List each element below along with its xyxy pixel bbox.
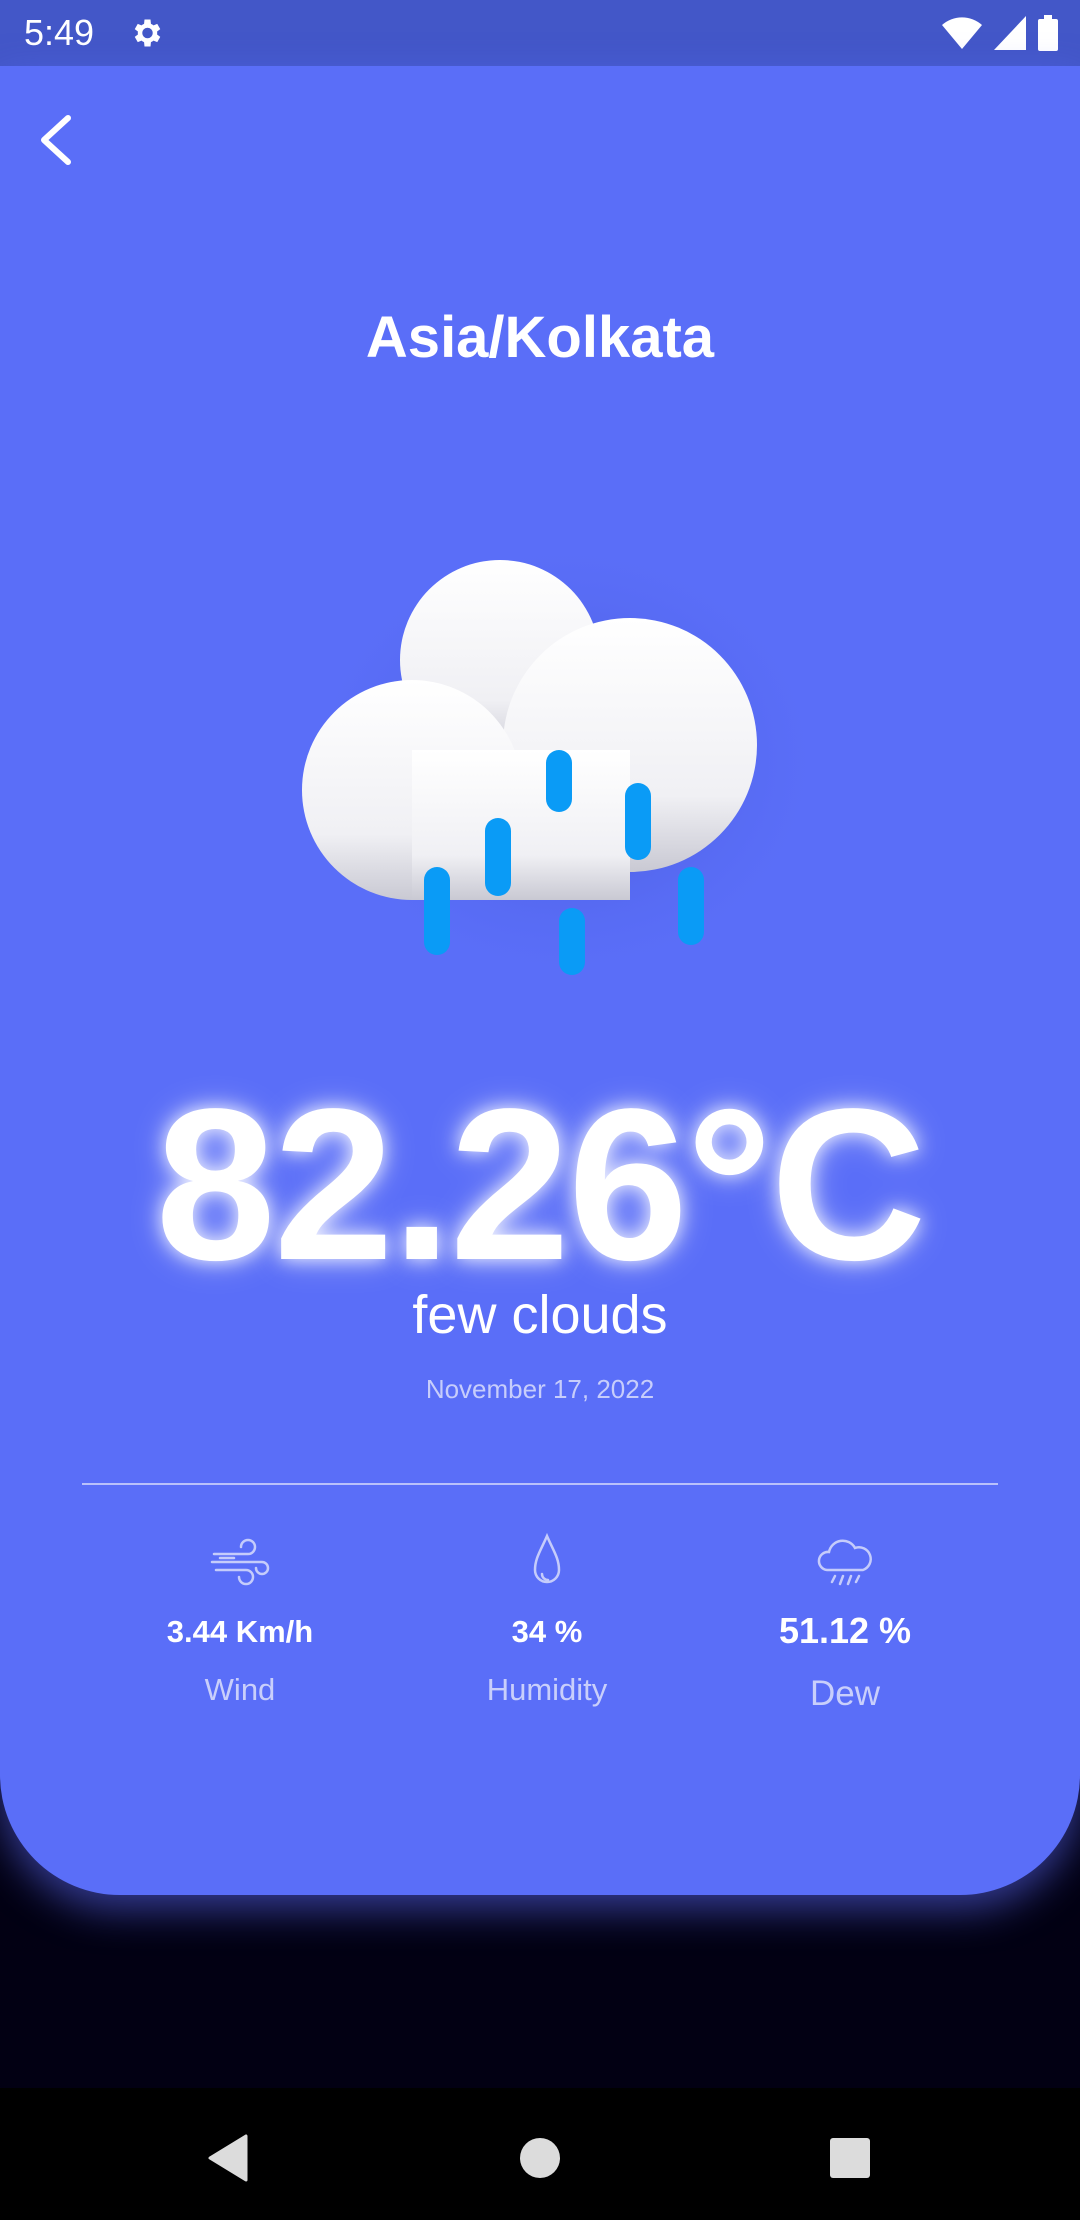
navigation-bar bbox=[0, 2088, 1080, 2220]
stat-wind: 3.44 Km/h Wind bbox=[90, 1530, 390, 1708]
date: November 17, 2022 bbox=[425, 1374, 655, 1404]
settings-icon bbox=[134, 19, 161, 47]
recents-square-icon bbox=[830, 2138, 870, 2178]
back-triangle-icon bbox=[208, 2134, 248, 2182]
signal-icon bbox=[994, 16, 1026, 50]
weather-condition: few clouds bbox=[412, 1285, 668, 1345]
humidity-value: 34 % bbox=[511, 1614, 583, 1649]
droplet-icon bbox=[533, 1532, 561, 1584]
rain-cloud-outline-icon bbox=[817, 1539, 872, 1586]
stat-humidity: 34 % Humidity bbox=[397, 1530, 697, 1708]
divider bbox=[82, 1483, 998, 1485]
rain-cloud-icon bbox=[300, 530, 835, 990]
home-circle-icon bbox=[520, 2138, 560, 2178]
location-title: Asia/Kolkata bbox=[365, 305, 715, 370]
stat-dew: 51.12 % Dew bbox=[695, 1530, 995, 1714]
wind-value: 3.44 Km/h bbox=[166, 1614, 314, 1649]
wind-icon bbox=[210, 1538, 270, 1586]
temperature: 82.26°C bbox=[155, 1063, 927, 1305]
status-time: 5:49 bbox=[24, 12, 95, 53]
chevron-left-icon bbox=[41, 115, 71, 165]
nav-recents-button[interactable] bbox=[820, 2128, 880, 2188]
wind-label: Wind bbox=[204, 1672, 276, 1707]
status-bar: 5:49 bbox=[0, 0, 1080, 66]
nav-home-button[interactable] bbox=[510, 2128, 570, 2188]
battery-icon bbox=[1038, 15, 1058, 51]
humidity-label: Humidity bbox=[486, 1672, 608, 1707]
wifi-icon bbox=[942, 17, 982, 49]
dew-label: Dew bbox=[809, 1674, 881, 1713]
nav-back-button[interactable] bbox=[200, 2128, 260, 2188]
back-button[interactable] bbox=[34, 104, 86, 176]
dew-value: 51.12 % bbox=[778, 1610, 912, 1651]
status-icons bbox=[942, 14, 1058, 52]
